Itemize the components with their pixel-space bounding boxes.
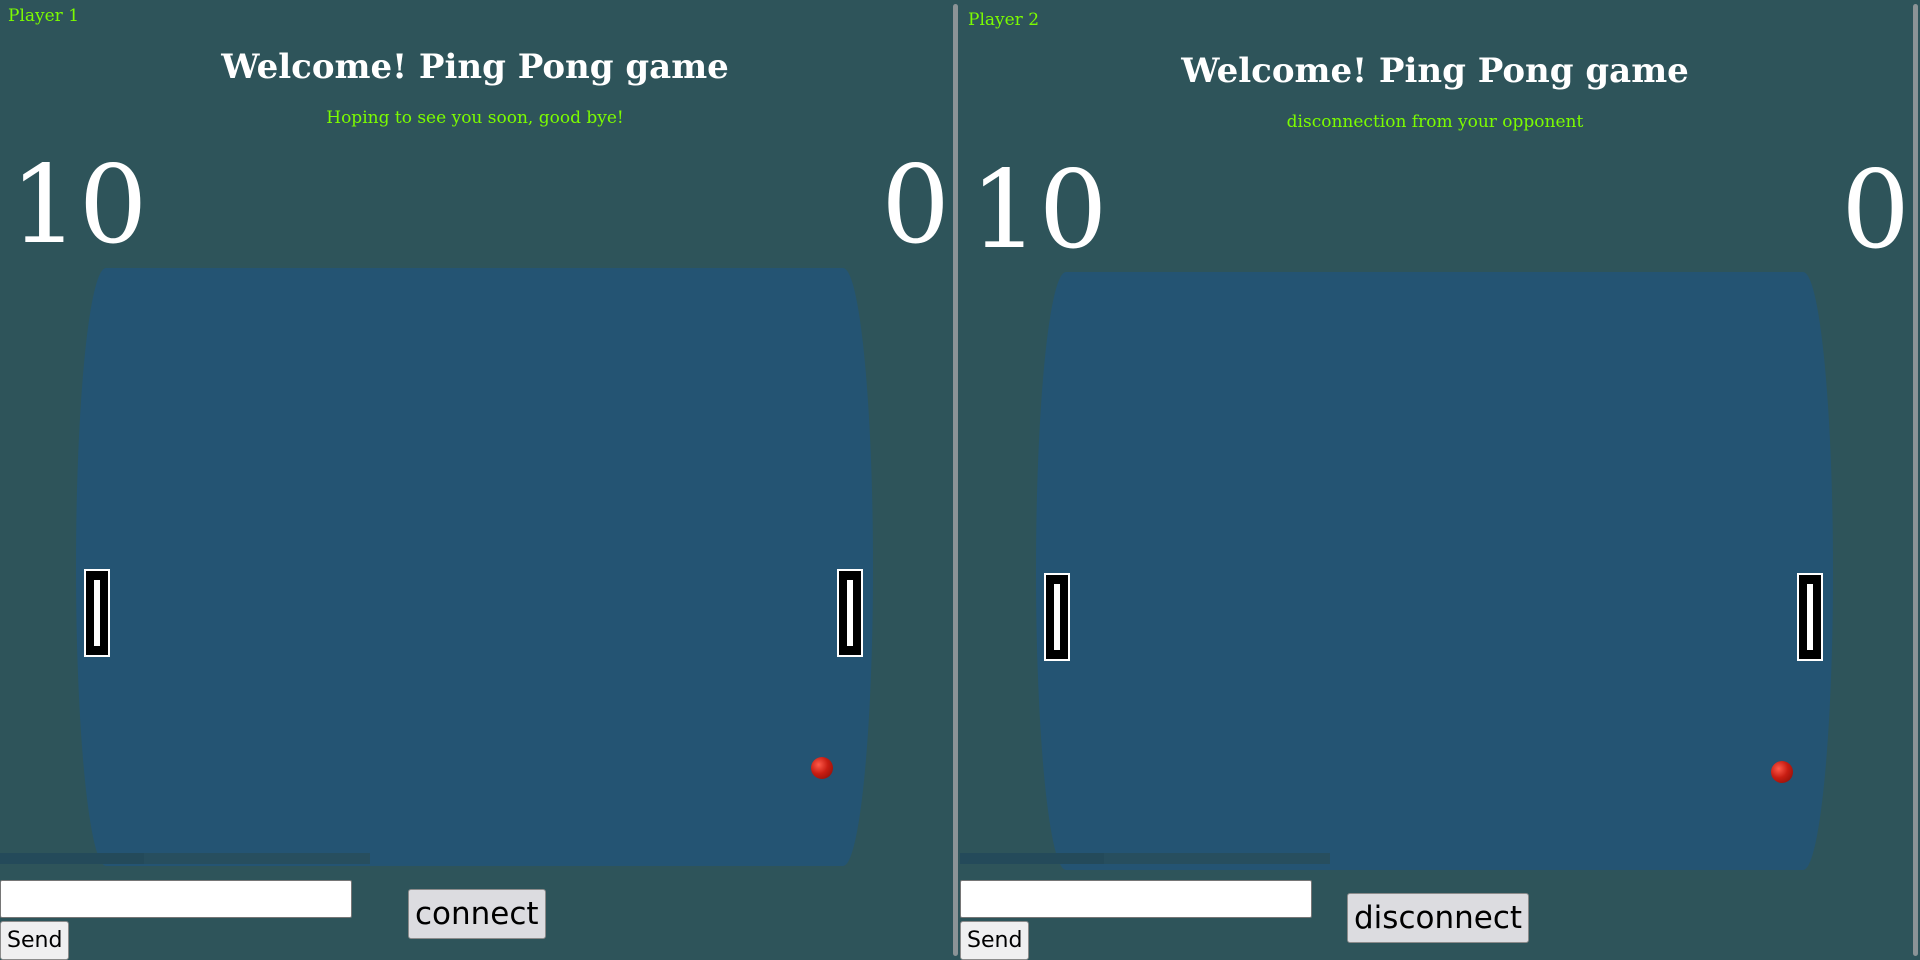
ball <box>1771 761 1793 783</box>
ball <box>811 757 833 779</box>
left-paddle <box>1044 573 1070 661</box>
player-label: Player 1 <box>8 6 80 26</box>
player-label: Player 2 <box>968 10 1040 30</box>
pane-divider[interactable] <box>950 0 960 960</box>
progress-bar <box>0 853 370 864</box>
message-input[interactable] <box>0 880 352 918</box>
progress-fill <box>960 853 1105 864</box>
status-message: disconnection from your opponent <box>1286 112 1584 132</box>
game-court[interactable] <box>1036 272 1833 870</box>
connect-button[interactable]: connect <box>408 889 546 939</box>
score-right: 0 <box>881 143 950 268</box>
send-button[interactable]: Send <box>960 921 1030 960</box>
scrollbar-grip[interactable] <box>1913 4 1918 956</box>
status-message: Hoping to see you soon, good bye! <box>326 108 624 128</box>
game-title: Welcome! Ping Pong game <box>1181 51 1689 91</box>
game-title: Welcome! Ping Pong game <box>221 47 729 87</box>
right-paddle <box>837 569 863 657</box>
score-left: 10 <box>970 148 1108 273</box>
divider-grip[interactable] <box>953 4 958 956</box>
send-button[interactable]: Send <box>0 921 70 960</box>
game-court[interactable] <box>76 268 873 866</box>
score-right: 0 <box>1841 148 1910 273</box>
player-1-pane: Player 1 Welcome! Ping Pong game Hoping … <box>0 0 950 960</box>
score-left: 10 <box>10 143 148 268</box>
right-paddle <box>1797 573 1823 661</box>
disconnect-button[interactable]: disconnect <box>1347 893 1530 943</box>
player-2-pane: Player 2 Welcome! Ping Pong game disconn… <box>960 0 1910 960</box>
progress-bar <box>960 853 1330 864</box>
progress-fill <box>0 853 145 864</box>
left-paddle <box>84 569 110 657</box>
window-edge-scrollbar[interactable] <box>1910 0 1920 960</box>
message-input[interactable] <box>960 880 1312 918</box>
